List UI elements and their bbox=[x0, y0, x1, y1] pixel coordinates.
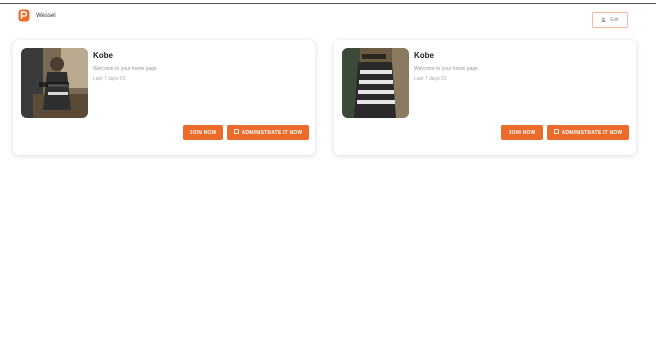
brand-name: Wessel bbox=[36, 13, 56, 19]
card-meta: Last 7 days 01 bbox=[93, 76, 126, 82]
community-card: Kobe Welcome to your home page Last 7 da… bbox=[13, 40, 315, 155]
card-photo bbox=[21, 48, 88, 118]
administrate-button[interactable]: ADMINISTRATE IT NOW bbox=[547, 125, 629, 140]
community-card: Kobe Welcome to your home page Last 7 da… bbox=[334, 40, 636, 155]
card-meta: Last 7 days 01 bbox=[414, 76, 447, 82]
brand-logo-icon[interactable] bbox=[18, 9, 30, 22]
card-subtitle: Welcome to your home page bbox=[414, 66, 478, 72]
admin-icon bbox=[553, 129, 559, 136]
join-button[interactable]: JOIN NOW bbox=[183, 125, 223, 140]
card-title: Kobe bbox=[93, 51, 113, 60]
card-subtitle: Welcome to your home page bbox=[93, 66, 157, 72]
admin-icon bbox=[233, 129, 239, 136]
user-icon bbox=[601, 17, 606, 24]
card-title: Kobe bbox=[414, 51, 434, 60]
user-menu-button[interactable]: Exit bbox=[592, 12, 628, 28]
user-menu-label: Exit bbox=[610, 17, 619, 23]
card-photo bbox=[342, 48, 409, 118]
top-divider bbox=[0, 3, 656, 4]
join-button[interactable]: JOIN NOW bbox=[501, 125, 543, 140]
administrate-button[interactable]: ADMINISTRATE IT NOW bbox=[227, 125, 309, 140]
